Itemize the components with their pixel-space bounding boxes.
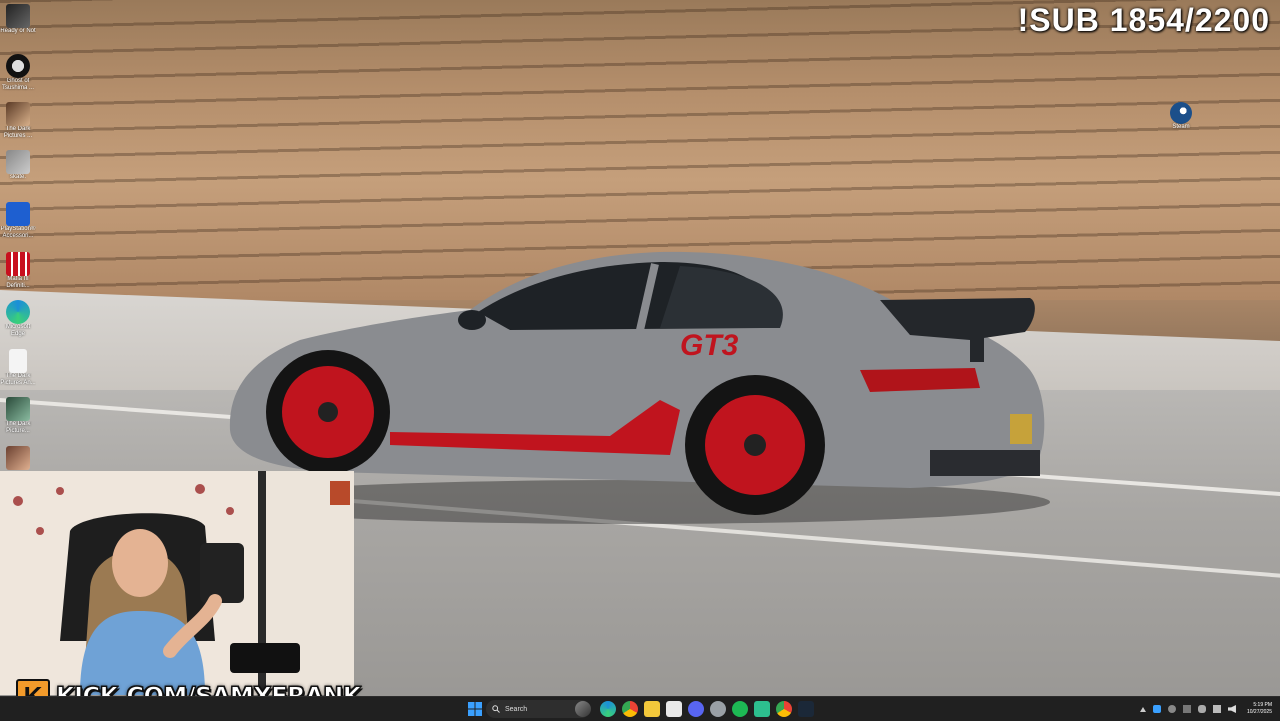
taskbar-clock[interactable]: 5:19 PM 10/27/2025 bbox=[1247, 702, 1272, 716]
dark-pictures-icon bbox=[6, 102, 30, 126]
taskbar-chrome-2-icon[interactable] bbox=[776, 701, 792, 717]
taskbar-spotify-icon[interactable] bbox=[732, 701, 748, 717]
sub-goal-counter: !SUB 1854/2200 bbox=[1017, 2, 1270, 38]
webcam-scene bbox=[0, 471, 354, 695]
tray-microphone-icon[interactable] bbox=[1197, 705, 1206, 713]
desktop-icon-ready-or-not[interactable]: Ready or Not bbox=[0, 2, 36, 35]
taskbar-file-explorer-icon[interactable] bbox=[644, 701, 660, 717]
desktop-icon-skate[interactable]: skate. bbox=[0, 148, 36, 181]
desktop-icon-label: The Dark Picture... bbox=[5, 421, 31, 434]
skate-icon bbox=[6, 150, 30, 174]
webcam-feed bbox=[0, 471, 354, 695]
desktop-icon-label: Steam bbox=[1172, 124, 1190, 130]
clock-date: 10/27/2025 bbox=[1246, 709, 1272, 715]
tray-network-icon[interactable] bbox=[1167, 705, 1176, 713]
taskbar-discord-icon[interactable] bbox=[688, 701, 704, 717]
tray-app-icon[interactable] bbox=[1152, 705, 1161, 713]
taskbar-chrome-icon[interactable] bbox=[622, 701, 638, 717]
windows-taskbar: Search 5:19 PM 10/27/2025 bbox=[0, 696, 1280, 721]
car-decal-text: GT3 bbox=[680, 329, 739, 362]
clock-time: 5:19 PM bbox=[1253, 702, 1272, 708]
steam-icon bbox=[1170, 102, 1192, 124]
ghost-of-tsushima-icon bbox=[6, 54, 30, 78]
desktop-icon-label: Ghost of Tsushima ... bbox=[1, 78, 34, 91]
taskbar-settings-gear-icon[interactable] bbox=[710, 701, 726, 717]
desktop-icon-mafia-iii[interactable]: Mafia III Definiti... bbox=[0, 250, 36, 290]
taskbar-store-icon[interactable] bbox=[666, 701, 682, 717]
tray-volume-icon[interactable] bbox=[1227, 705, 1236, 713]
game-icon bbox=[6, 446, 30, 470]
desktop-icon-label: Microsoft Edge bbox=[5, 324, 31, 337]
taskbar-app-green-icon[interactable] bbox=[754, 701, 770, 717]
desktop-icon-microsoft-edge[interactable]: Microsoft Edge bbox=[0, 298, 36, 338]
taskbar-steam-icon[interactable] bbox=[798, 701, 814, 717]
ready-or-not-icon bbox=[6, 4, 30, 28]
desktop-icon-label: Ready or Not bbox=[0, 28, 36, 34]
tray-app-2-icon[interactable] bbox=[1182, 705, 1191, 713]
desktop-icon-label: The Dark Pictures An... bbox=[0, 373, 36, 386]
system-tray: 5:19 PM 10/27/2025 bbox=[1139, 697, 1272, 721]
tray-chevron-up-icon[interactable] bbox=[1139, 706, 1146, 712]
desktop-icon-playstation-accessories[interactable]: PlayStation® Accessori... bbox=[0, 200, 36, 240]
start-button-windows-icon[interactable] bbox=[467, 701, 483, 717]
search-icon bbox=[492, 705, 500, 713]
taskbar-app-wolf-icon[interactable] bbox=[575, 701, 591, 717]
desktop-icon-label: The Dark Pictures ... bbox=[3, 126, 33, 139]
dark-pictures-icon bbox=[6, 397, 30, 421]
desktop-icon-label: Mafia III Definiti... bbox=[6, 276, 30, 289]
taskbar-search-label: Search bbox=[505, 705, 528, 713]
desktop-icon-ghost-of-tsushima[interactable]: Ghost of Tsushima ... bbox=[0, 52, 36, 92]
desktop-icon-label: PlayStation® Accessori... bbox=[0, 226, 36, 239]
desktop-icon-dark-pictures-3[interactable]: The Dark Picture... bbox=[0, 395, 36, 435]
desktop-icon-steam[interactable]: Steam bbox=[1166, 102, 1196, 130]
desktop-icon-label: skate. bbox=[9, 174, 26, 180]
playstation-accessories-icon bbox=[6, 202, 30, 226]
mafia-iii-icon bbox=[6, 252, 30, 276]
taskbar-edge-icon[interactable] bbox=[600, 701, 616, 717]
microsoft-edge-icon bbox=[6, 300, 30, 324]
desktop-icon-dark-pictures-2[interactable]: The Dark Pictures An... bbox=[0, 347, 36, 387]
tray-display-icon[interactable] bbox=[1212, 705, 1221, 713]
desktop-icon-dark-pictures-1[interactable]: The Dark Pictures ... bbox=[0, 100, 36, 140]
desktop-icon-partial[interactable] bbox=[0, 444, 36, 470]
file-icon bbox=[9, 349, 27, 373]
